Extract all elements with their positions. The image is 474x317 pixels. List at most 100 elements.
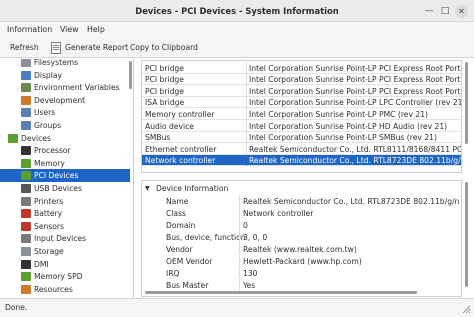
device-type: Memory controller (145, 109, 215, 119)
sidebar-item[interactable]: Users (0, 106, 130, 119)
development-icon (21, 95, 31, 105)
detail-row[interactable]: Bus, device, function 3, 0, 0 (142, 231, 461, 243)
display-icon (21, 70, 31, 80)
sidebar-item-label: Devices (21, 133, 51, 143)
device-name: Intel Corporation Sunrise Point-LP PCI E… (249, 75, 462, 85)
device-type: ISA bridge (145, 98, 185, 108)
memory-icon (21, 158, 31, 168)
detail-key: IRQ (166, 269, 180, 279)
device-type: Ethernet controller (145, 144, 217, 154)
title-bar: Devices - PCI Devices - System Informati… (0, 0, 474, 22)
sidebar-item[interactable]: Resources (0, 283, 130, 296)
sidebar-item-label: Filesystems (34, 59, 79, 67)
sidebar-item[interactable]: Battery (0, 207, 130, 220)
device-row[interactable]: PCI bridge Intel Corporation Sunrise Poin… (142, 73, 462, 86)
device-row[interactable]: Memory controller Intel Corporation Sunri… (142, 108, 461, 120)
column-separator (239, 243, 240, 255)
sidebar-item-label: Development (34, 95, 86, 105)
users-icon (21, 108, 31, 118)
column-separator (239, 231, 240, 243)
device-name: Intel Corporation Sunrise Point-LP SMBus… (249, 133, 437, 143)
sidebar-item[interactable]: Development (0, 94, 130, 107)
sidebar-item[interactable]: Storage (0, 245, 130, 258)
generate-report-button[interactable]: Generate Report (65, 43, 128, 52)
column-separator (246, 96, 247, 109)
sidebar-item-label: Environment Variables (34, 83, 120, 93)
sidebar-item[interactable]: Memory SPD (0, 270, 130, 283)
device-type: PCI bridge (145, 86, 184, 96)
detail-value: Network controller (243, 208, 314, 218)
sidebar-item[interactable]: DMI (0, 258, 130, 271)
environment-icon (21, 83, 31, 93)
device-details[interactable]: ▼ Device Information Name Realtek Semicondu… (141, 180, 462, 297)
detail-key: OEM Vendor (166, 257, 213, 266)
detail-row[interactable]: IRQ 130 (142, 267, 461, 280)
device-name: Intel Corporation Sunrise Point-LP PCI E… (249, 86, 462, 96)
devices-icon (8, 133, 18, 143)
detail-value: 3, 0, 0 (243, 232, 268, 242)
sidebar-item[interactable]: PCI Devices (0, 169, 130, 182)
menu-view[interactable]: View (60, 25, 79, 34)
expander-down-icon[interactable]: ▼ (145, 185, 150, 192)
detail-row[interactable]: Class Network controller (142, 207, 461, 219)
device-name: Realtek Semiconductor Co., Ltd. RTL8723D… (249, 156, 462, 166)
sidebar-item[interactable]: Processor (0, 144, 130, 157)
device-row[interactable]: Network controller Realtek Semiconductor … (142, 154, 462, 167)
maximize-icon[interactable]: □ (439, 5, 451, 17)
device-name: Intel Corporation Sunrise Point-LP HD Au… (249, 121, 448, 131)
input-icon (21, 234, 31, 244)
sidebar-item[interactable]: Environment Variables (0, 81, 130, 94)
detail-row[interactable]: Vendor Realtek (www.realtek.com.tw) (142, 243, 461, 255)
detail-row[interactable]: Domain 0 (142, 219, 461, 231)
report-icon[interactable] (51, 42, 61, 54)
sidebar-item[interactable]: Devices (0, 132, 130, 145)
sensors-icon (21, 221, 31, 231)
detail-value: 130 (243, 269, 258, 279)
menu-information[interactable]: Information (7, 25, 52, 34)
resources-icon (21, 284, 31, 294)
device-row[interactable]: SMBus Intel Corporation Sunrise Point-LP … (142, 131, 461, 144)
device-row[interactable]: ISA bridge Intel Corporation Sunrise Poin… (142, 96, 461, 109)
resize-grip-icon[interactable] (462, 305, 471, 314)
detail-key: Bus Master (166, 281, 209, 291)
detail-key: Bus, device, function (166, 232, 246, 242)
sidebar-item[interactable]: USB Devices (0, 182, 130, 195)
column-separator (239, 279, 240, 292)
device-row[interactable]: Ethernet controller Realtek Semiconductor… (142, 143, 461, 155)
details-horizontal-scrollbar[interactable] (145, 291, 417, 294)
usb-icon (21, 184, 31, 193)
menu-help[interactable]: Help (87, 25, 105, 34)
sidebar-item-label: Resources (34, 284, 73, 294)
sidebar-item[interactable]: Filesystems (0, 59, 130, 69)
detail-row[interactable]: OEM Vendor Hewlett-Packard (www.hp.com) (142, 255, 461, 268)
sidebar-item-label: PCI Devices (34, 171, 79, 181)
sidebar-tree[interactable]: Filesystems Display Environment Variables D… (0, 59, 134, 298)
detail-key: Name (166, 196, 189, 206)
processor-icon (21, 146, 31, 156)
sidebar-item[interactable]: Groups (0, 119, 130, 132)
sidebar-scrollbar[interactable] (129, 61, 132, 89)
details-group-header[interactable]: ▼ Device Information (142, 182, 461, 194)
minimize-icon[interactable]: — (423, 5, 435, 17)
sidebar-item-label: Printers (34, 196, 64, 206)
refresh-button[interactable]: Refresh (10, 43, 39, 52)
device-row[interactable]: PCI bridge Intel Corporation Sunrise Poin… (142, 85, 462, 97)
sidebar-item[interactable]: Sensors (0, 220, 130, 233)
device-list-scrollbar[interactable] (465, 62, 468, 144)
column-separator (239, 255, 240, 268)
copy-to-clipboard-button[interactable]: Copy to Clipboard (130, 43, 198, 52)
menu-bar: Information View Help (0, 22, 474, 39)
details-scrollbar[interactable] (465, 182, 468, 287)
column-separator (246, 154, 247, 167)
detail-row[interactable]: Bus Master Yes (142, 279, 461, 292)
column-separator (246, 108, 247, 120)
device-row[interactable]: Audio device Intel Corporation Sunrise Po… (142, 120, 461, 132)
sidebar-item[interactable]: Printers (0, 195, 130, 208)
sidebar-item[interactable]: Display (0, 69, 130, 82)
device-list[interactable]: PCI bridge Intel Corporation Sunrise Poin… (141, 60, 462, 173)
detail-row[interactable]: Name Realtek Semiconductor Co., Ltd. RTL8… (142, 195, 461, 207)
close-icon[interactable]: ✕ (455, 5, 468, 18)
sidebar-item[interactable]: Input Devices (0, 232, 130, 245)
sidebar-item[interactable]: Memory (0, 157, 130, 170)
device-row[interactable]: PCI bridge Intel Corporation Sunrise Poin… (142, 62, 461, 74)
